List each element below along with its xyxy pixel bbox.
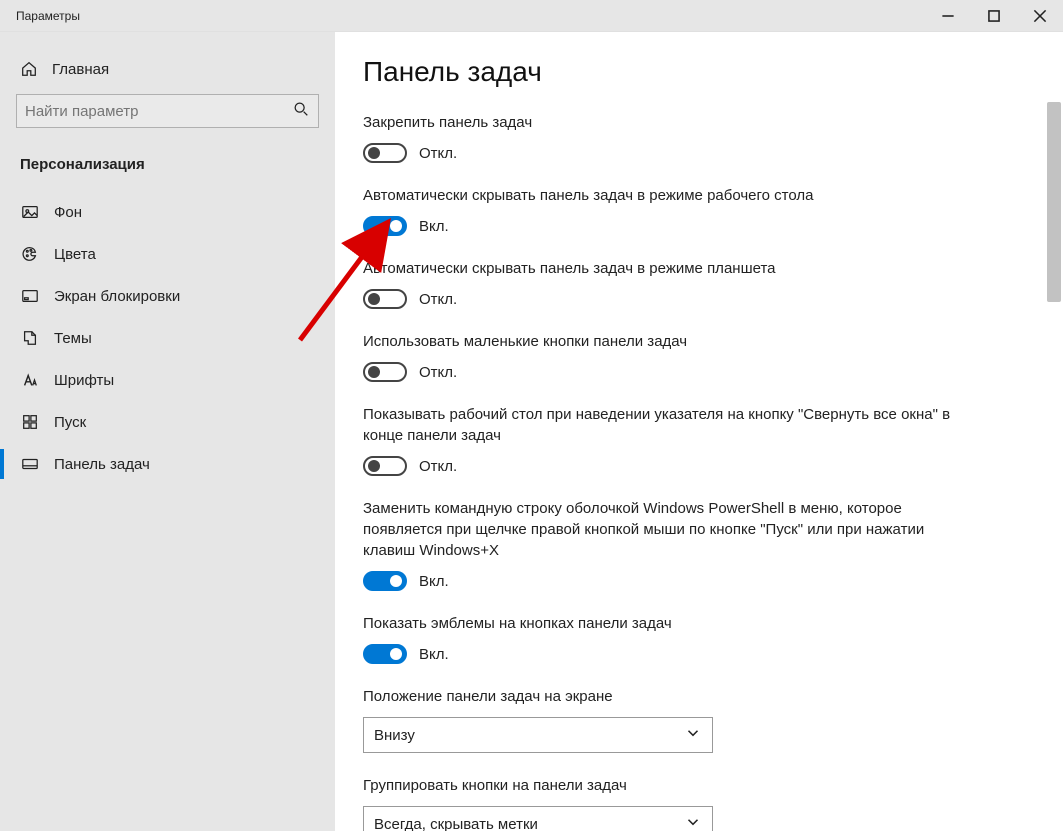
close-button[interactable] xyxy=(1017,0,1063,31)
setting-label: Заменить командную строку оболочкой Wind… xyxy=(363,498,953,561)
toggle-badges[interactable] xyxy=(363,644,407,664)
main-content: Панель задач Закрепить панель задач Откл… xyxy=(335,32,1063,831)
sidebar-item-label: Панель задач xyxy=(54,456,150,473)
fonts-icon xyxy=(21,371,39,389)
picture-icon xyxy=(21,203,39,221)
sidebar-item-label: Темы xyxy=(54,330,92,347)
setting-autohide-desktop: Автоматически скрывать панель задач в ре… xyxy=(363,185,953,236)
taskbar-icon xyxy=(21,455,39,473)
sidebar-item-label: Пуск xyxy=(54,414,86,431)
sidebar-item-label: Цвета xyxy=(54,246,96,263)
window-title: Параметры xyxy=(0,9,80,23)
setting-powershell: Заменить командную строку оболочкой Wind… xyxy=(363,498,953,591)
setting-label: Закрепить панель задач xyxy=(363,112,953,133)
sidebar: Главная Персонализация Фон Цвета Экран б… xyxy=(0,32,335,831)
page-title: Панель задач xyxy=(363,56,1063,88)
sidebar-item-lockscreen[interactable]: Экран блокировки xyxy=(0,275,335,317)
setting-label: Группировать кнопки на панели задач xyxy=(363,775,953,796)
titlebar: Параметры xyxy=(0,0,1063,32)
home-label: Главная xyxy=(52,61,109,78)
sidebar-item-label: Шрифты xyxy=(54,372,114,389)
sidebar-item-themes[interactable]: Темы xyxy=(0,317,335,359)
minimize-icon xyxy=(939,7,957,25)
dropdown-position[interactable]: Внизу xyxy=(363,717,713,753)
toggle-state: Откл. xyxy=(419,364,457,381)
toggle-autohide-desktop[interactable] xyxy=(363,216,407,236)
sidebar-item-start[interactable]: Пуск xyxy=(0,401,335,443)
sidebar-item-label: Фон xyxy=(54,204,82,221)
dropdown-value: Всегда, скрывать метки xyxy=(374,816,538,831)
toggle-autohide-tablet[interactable] xyxy=(363,289,407,309)
setting-label: Положение панели задач на экране xyxy=(363,686,953,707)
toggle-lock-taskbar[interactable] xyxy=(363,143,407,163)
palette-icon xyxy=(21,245,39,263)
setting-label: Показывать рабочий стол при наведении ук… xyxy=(363,404,953,446)
setting-label: Показать эмблемы на кнопках панели задач xyxy=(363,613,953,634)
search-icon xyxy=(292,100,310,123)
toggle-powershell[interactable] xyxy=(363,571,407,591)
chevron-down-icon xyxy=(684,813,702,831)
close-icon xyxy=(1031,7,1049,25)
lockscreen-icon xyxy=(21,287,39,305)
start-icon xyxy=(21,413,39,431)
search-input[interactable] xyxy=(25,103,292,120)
toggle-state: Откл. xyxy=(419,458,457,475)
sidebar-item-fonts[interactable]: Шрифты xyxy=(0,359,335,401)
themes-icon xyxy=(21,329,39,347)
setting-label: Использовать маленькие кнопки панели зад… xyxy=(363,331,953,352)
setting-peek-desktop: Показывать рабочий стол при наведении ук… xyxy=(363,404,953,476)
dropdown-combine[interactable]: Всегда, скрывать метки xyxy=(363,806,713,831)
setting-position: Положение панели задач на экране Внизу xyxy=(363,686,953,753)
toggle-state: Вкл. xyxy=(419,646,449,663)
setting-badges: Показать эмблемы на кнопках панели задач… xyxy=(363,613,953,664)
setting-small-buttons: Использовать маленькие кнопки панели зад… xyxy=(363,331,953,382)
setting-label: Автоматически скрывать панель задач в ре… xyxy=(363,258,953,279)
home-icon xyxy=(20,60,38,78)
maximize-icon xyxy=(985,7,1003,25)
search-box[interactable] xyxy=(16,94,319,128)
scrollbar-thumb[interactable] xyxy=(1047,102,1061,302)
setting-autohide-tablet: Автоматически скрывать панель задач в ре… xyxy=(363,258,953,309)
toggle-state: Вкл. xyxy=(419,218,449,235)
minimize-button[interactable] xyxy=(925,0,971,31)
sidebar-item-taskbar[interactable]: Панель задач xyxy=(0,443,335,485)
toggle-state: Откл. xyxy=(419,145,457,162)
window-controls xyxy=(925,0,1063,31)
home-link[interactable]: Главная xyxy=(0,52,335,94)
toggle-state: Откл. xyxy=(419,291,457,308)
sidebar-item-background[interactable]: Фон xyxy=(0,191,335,233)
toggle-small-buttons[interactable] xyxy=(363,362,407,382)
toggle-state: Вкл. xyxy=(419,573,449,590)
chevron-down-icon xyxy=(684,724,702,747)
setting-combine: Группировать кнопки на панели задач Всег… xyxy=(363,775,953,831)
setting-lock-taskbar: Закрепить панель задач Откл. xyxy=(363,112,953,163)
toggle-peek-desktop[interactable] xyxy=(363,456,407,476)
maximize-button[interactable] xyxy=(971,0,1017,31)
sidebar-item-label: Экран блокировки xyxy=(54,288,180,305)
setting-label: Автоматически скрывать панель задач в ре… xyxy=(363,185,953,206)
category-title: Персонализация xyxy=(0,148,335,191)
sidebar-item-colors[interactable]: Цвета xyxy=(0,233,335,275)
dropdown-value: Внизу xyxy=(374,727,415,744)
